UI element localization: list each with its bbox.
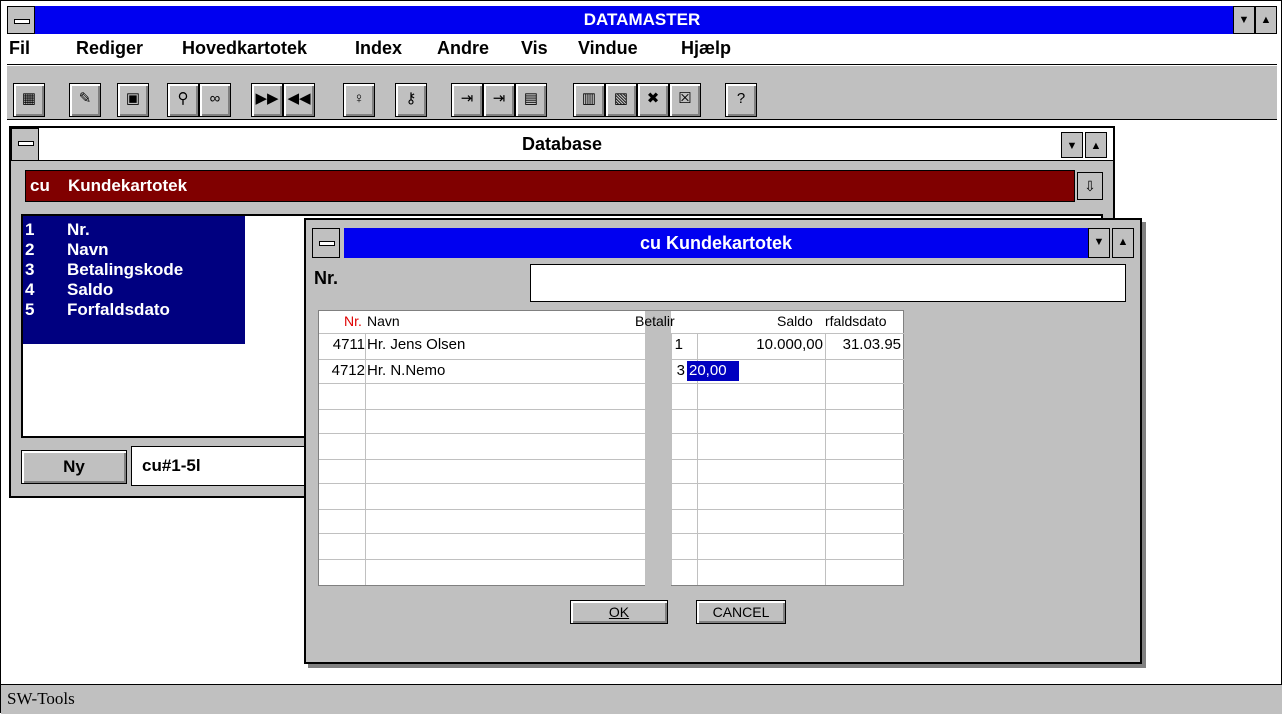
menu-andre[interactable]: Andre — [437, 38, 489, 59]
new-button[interactable]: Ny — [21, 450, 127, 484]
app-title: DATAMASTER — [7, 6, 1277, 34]
import-icon[interactable]: ⇥ — [451, 83, 483, 117]
table-cell-saldo-editing[interactable]: 20,00 — [687, 361, 739, 381]
range-field[interactable]: cu#1-5l — [131, 446, 311, 486]
field-name: Forfaldsdato — [67, 300, 170, 319]
dropdown-arrow-icon[interactable]: ⇩ — [1077, 172, 1103, 200]
save-icon[interactable]: ▣ — [117, 83, 149, 117]
delete-window-icon[interactable]: ✖ — [637, 83, 669, 117]
col-header-forfald[interactable]: rfaldsdato — [825, 313, 886, 329]
nr-label: Nr. — [314, 268, 339, 288]
dialog-maximize-icon[interactable]: ▲ — [1112, 228, 1134, 258]
table-cell-nr[interactable]: 4712 — [319, 361, 365, 381]
toolbar: ▦ ✎ ▣ ⚲ ∞ ▶▶ ◀◀ ♀ ⚷ ⇥ ⇥ ▤ ▥ ▧ ✖ ☒ ? — [7, 66, 1277, 120]
export-icon[interactable]: ⇥ — [483, 83, 515, 117]
field-name: Navn — [67, 240, 109, 259]
database-selector[interactable]: cu Kundekartotek — [25, 170, 1075, 202]
help-icon[interactable]: ? — [725, 83, 757, 117]
table-cell-navn[interactable]: Hr. N.Nemo — [367, 361, 445, 381]
menu-vis[interactable]: Vis — [521, 38, 548, 59]
search-icon[interactable]: ⚲ — [167, 83, 199, 117]
table-cell-nr[interactable]: 4711 — [319, 335, 365, 355]
menu-bar: Fil Rediger Hovedkartotek Index Andre Vi… — [7, 35, 1277, 65]
nr-input[interactable] — [530, 264, 1126, 302]
close-window-icon[interactable]: ☒ — [669, 83, 701, 117]
minimize-icon[interactable]: ▼ — [1233, 6, 1255, 34]
field-name: Saldo — [67, 280, 114, 299]
menu-rediger[interactable]: Rediger — [76, 38, 143, 59]
maximize-icon[interactable]: ▲ — [1255, 6, 1277, 34]
selector-name: Kundekartotek — [68, 176, 188, 195]
menu-hjaelp[interactable]: Hjælp — [681, 38, 731, 59]
system-menu-icon[interactable] — [7, 6, 35, 34]
col-header-nr[interactable]: Nr. — [344, 313, 362, 329]
table-cell-saldo[interactable]: 10.000,00 — [699, 335, 823, 355]
col-header-navn[interactable]: Navn — [367, 313, 400, 329]
status-bar: SW-Tools — [1, 684, 1282, 714]
glasses-icon[interactable]: ∞ — [199, 83, 231, 117]
previous-record-icon[interactable]: ◀◀ — [283, 83, 315, 117]
ok-button[interactable]: OK — [570, 600, 668, 624]
dialog-title: cu Kundekartotek — [344, 228, 1088, 258]
menu-fil[interactable]: Fil — [9, 38, 30, 59]
selected-fields: 1 Nr. 2 Navn 3 Betalingskode 4 Saldo 5 Forfal… — [23, 216, 245, 344]
lightbulb-icon[interactable]: ♀ — [343, 83, 375, 117]
edit-icon[interactable]: ✎ — [69, 83, 101, 117]
field-name: Betalingskode — [67, 260, 184, 279]
menu-vindue[interactable]: Vindue — [578, 38, 638, 59]
menu-index[interactable]: Index — [355, 38, 402, 59]
layout-icon[interactable]: ▤ — [515, 83, 547, 117]
col-header-saldo[interactable]: Saldo — [777, 313, 813, 329]
menu-hovedkartotek[interactable]: Hovedkartotek — [182, 38, 307, 59]
windows-icon[interactable]: ▧ — [605, 83, 637, 117]
cancel-button[interactable]: CANCEL — [696, 600, 786, 624]
next-record-icon[interactable]: ▶▶ — [251, 83, 283, 117]
field-num: 5 — [25, 300, 35, 319]
db-maximize-icon[interactable]: ▲ — [1085, 132, 1107, 158]
field-num: 4 — [25, 280, 35, 299]
selector-code: cu — [30, 176, 50, 195]
table-cell-betal[interactable]: 3 — [671, 361, 685, 381]
column-separator — [645, 311, 671, 587]
key-icon[interactable]: ⚷ — [395, 83, 427, 117]
calculator-icon[interactable]: ▦ — [13, 83, 45, 117]
records-table[interactable]: Nr. Navn Betalir Saldo rfaldsdato 4711 H… — [318, 310, 905, 587]
app-window: DATAMASTER ▼ ▲ Fil Rediger Hovedkartotek… — [0, 0, 1282, 714]
db-minimize-icon[interactable]: ▼ — [1061, 132, 1083, 158]
table-cell-betal[interactable]: 1 — [671, 335, 683, 355]
field-name: Nr. — [67, 220, 90, 239]
table-cell-navn[interactable]: Hr. Jens Olsen — [367, 335, 465, 355]
col-header-betal[interactable]: Betalir — [635, 313, 675, 329]
window-icon[interactable]: ▥ — [573, 83, 605, 117]
dialog-system-menu-icon[interactable] — [312, 228, 340, 258]
field-num: 2 — [25, 240, 35, 259]
table-cell-forfald[interactable] — [827, 361, 901, 381]
table-cell-forfald[interactable]: 31.03.95 — [827, 335, 901, 355]
db-system-menu-icon[interactable] — [11, 128, 39, 161]
dialog-minimize-icon[interactable]: ▼ — [1088, 228, 1110, 258]
field-num: 1 — [25, 220, 35, 239]
database-window-title: Database — [11, 128, 1113, 161]
record-dialog: cu Kundekartotek ▼ ▲ Nr. Nr. Navn Betali… — [304, 218, 1142, 664]
field-num: 3 — [25, 260, 35, 279]
